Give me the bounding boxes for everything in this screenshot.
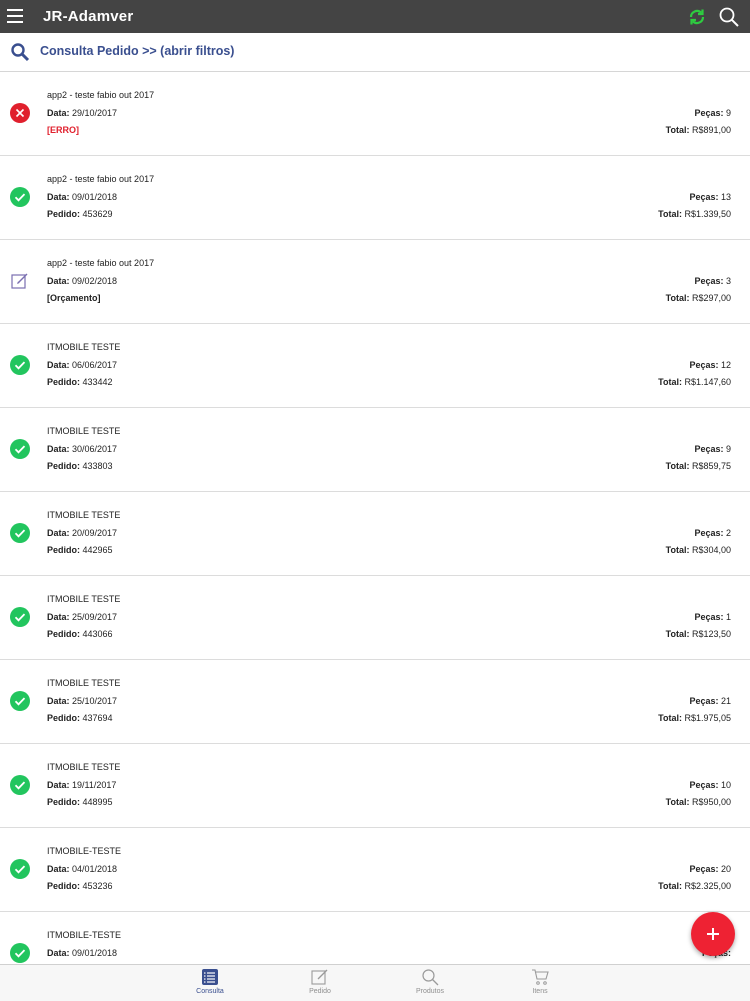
budget-tag: [Orçamento]: [47, 293, 101, 303]
error-circle-icon: [10, 103, 30, 123]
order-date: Data: 25/10/2017: [47, 696, 118, 706]
search-icon: [390, 968, 470, 986]
error-tag: [ERRO]: [47, 125, 79, 135]
customer-name: ITMOBILE TESTE: [47, 426, 121, 436]
order-date: Data: 09/01/2018: [47, 948, 118, 958]
order-number: Pedido: 443066: [47, 629, 113, 639]
order-number: Pedido: 433442: [47, 377, 113, 387]
check-circle-icon: [10, 187, 30, 207]
customer-name: ITMOBILE TESTE: [47, 678, 121, 688]
order-row[interactable]: app2 - teste fabio out 2017 Data: 29/10/2…: [0, 72, 750, 156]
order-pieces: Peças: 13: [689, 192, 731, 202]
plus-icon: [707, 928, 719, 940]
order-row[interactable]: ITMOBILE TESTE Data: 30/06/2017 Pedido: 43…: [0, 408, 750, 492]
check-circle-icon: [10, 775, 30, 795]
order-pieces: Peças: 2: [694, 528, 731, 538]
open-filters-link[interactable]: Consulta Pedido >> (abrir filtros): [40, 44, 234, 58]
nav-tab-consulta[interactable]: Consulta: [170, 968, 250, 1000]
check-circle-icon: [10, 943, 30, 963]
order-total: Total: R$304,00: [665, 545, 731, 555]
edit-icon: [280, 968, 360, 986]
order-pieces: Peças: 3: [694, 276, 731, 286]
order-row[interactable]: app2 - teste fabio out 2017 Data: 09/02/2…: [0, 240, 750, 324]
customer-name: ITMOBILE TESTE: [47, 342, 121, 352]
list-icon: [170, 968, 250, 986]
add-order-button[interactable]: [691, 912, 735, 956]
customer-name: app2 - teste fabio out 2017: [47, 174, 155, 184]
top-bar: JR-Adamver: [0, 0, 750, 33]
search-filter-icon[interactable]: [10, 42, 30, 62]
order-pieces: Peças: 21: [689, 696, 731, 706]
check-circle-icon: [10, 859, 30, 879]
order-row[interactable]: ITMOBILE-TESTE Data: 04/01/2018 Pedido: 45…: [0, 828, 750, 912]
order-number: Pedido: 442965: [47, 545, 113, 555]
order-list: app2 - teste fabio out 2017 Data: 29/10/2…: [0, 72, 750, 964]
customer-name: ITMOBILE TESTE: [47, 510, 121, 520]
bottom-nav: Consulta Pedido Produtos Itens: [0, 964, 750, 1001]
nav-label: Pedido: [309, 988, 331, 995]
order-total: Total: R$123,50: [665, 629, 731, 639]
search-icon[interactable]: [718, 6, 740, 28]
nav-tab-itens[interactable]: Itens: [500, 968, 580, 1000]
nav-label: Itens: [532, 988, 548, 995]
order-total: Total: R$2.325,00: [658, 881, 731, 891]
check-circle-icon: [10, 691, 30, 711]
customer-name: ITMOBILE TESTE: [47, 594, 121, 604]
order-number: Pedido: 453236: [47, 881, 113, 891]
sync-icon[interactable]: [686, 6, 708, 28]
order-row[interactable]: ITMOBILE-TESTEData: 09/01/2018Pedido: 45…: [0, 912, 750, 964]
customer-name: ITMOBILE-TESTE: [47, 930, 122, 940]
order-date: Data: 20/09/2017: [47, 528, 118, 538]
order-row[interactable]: ITMOBILE TESTE Data: 19/11/2017 Pedido: 44…: [0, 744, 750, 828]
check-circle-icon: [10, 523, 30, 543]
order-number: Pedido: 433803: [47, 461, 113, 471]
check-circle-icon: [10, 607, 30, 627]
order-row[interactable]: app2 - teste fabio out 2017 Data: 09/01/2…: [0, 156, 750, 240]
order-pieces: Peças: 9: [694, 444, 731, 454]
customer-name: app2 - teste fabio out 2017: [47, 258, 155, 268]
edit-draft-icon: [10, 271, 30, 291]
order-pieces: Peças: 1: [694, 612, 731, 622]
cart-icon: [500, 968, 580, 986]
filter-bar: Consulta Pedido >> (abrir filtros): [0, 33, 750, 72]
order-pieces: Peças: 12: [689, 360, 731, 370]
order-row[interactable]: ITMOBILE TESTE Data: 06/06/2017 Pedido: 43…: [0, 324, 750, 408]
order-total: Total: R$950,00: [665, 797, 731, 807]
order-pieces: Peças: 9: [694, 108, 731, 118]
order-total: Total: R$859,75: [665, 461, 731, 471]
app-title: JR-Adamver: [43, 8, 134, 25]
order-date: Data: 04/01/2018: [47, 864, 118, 874]
order-row[interactable]: ITMOBILE TESTE Data: 25/09/2017 Pedido: 44…: [0, 576, 750, 660]
order-total: Total: R$297,00: [665, 293, 731, 303]
order-date: Data: 29/10/2017: [47, 108, 118, 118]
order-date: Data: 30/06/2017: [47, 444, 118, 454]
order-number: Pedido: 453629: [47, 209, 113, 219]
order-date: Data: 06/06/2017: [47, 360, 118, 370]
customer-name: ITMOBILE TESTE: [47, 762, 121, 772]
order-date: Data: 19/11/2017: [47, 780, 117, 790]
order-pieces: Peças: 10: [689, 780, 731, 790]
order-pieces: Peças: 20: [689, 864, 731, 874]
order-total: Total: R$1.975,05: [658, 713, 731, 723]
nav-tab-pedido[interactable]: Pedido: [280, 968, 360, 1000]
order-total: Total: R$1.147,60: [658, 377, 731, 387]
order-number: Pedido: 448995: [47, 797, 113, 807]
order-date: Data: 25/09/2017: [47, 612, 118, 622]
order-number: Pedido: 437694: [47, 713, 113, 723]
nav-tab-produtos[interactable]: Produtos: [390, 968, 470, 1000]
menu-icon[interactable]: [7, 9, 23, 23]
order-total: Total: R$891,00: [665, 125, 731, 135]
order-row[interactable]: ITMOBILE TESTE Data: 20/09/2017 Pedido: 44…: [0, 492, 750, 576]
order-date: Data: 09/02/2018: [47, 276, 118, 286]
check-circle-icon: [10, 355, 30, 375]
order-date: Data: 09/01/2018: [47, 192, 118, 202]
customer-name: app2 - teste fabio out 2017: [47, 90, 155, 100]
nav-label: Produtos: [415, 988, 445, 995]
check-circle-icon: [10, 439, 30, 459]
customer-name: ITMOBILE-TESTE: [47, 846, 122, 856]
order-total: Total: R$1.339,50: [658, 209, 731, 219]
order-row[interactable]: ITMOBILE TESTE Data: 25/10/2017 Pedido: 43…: [0, 660, 750, 744]
nav-label: Consulta: [196, 988, 224, 995]
